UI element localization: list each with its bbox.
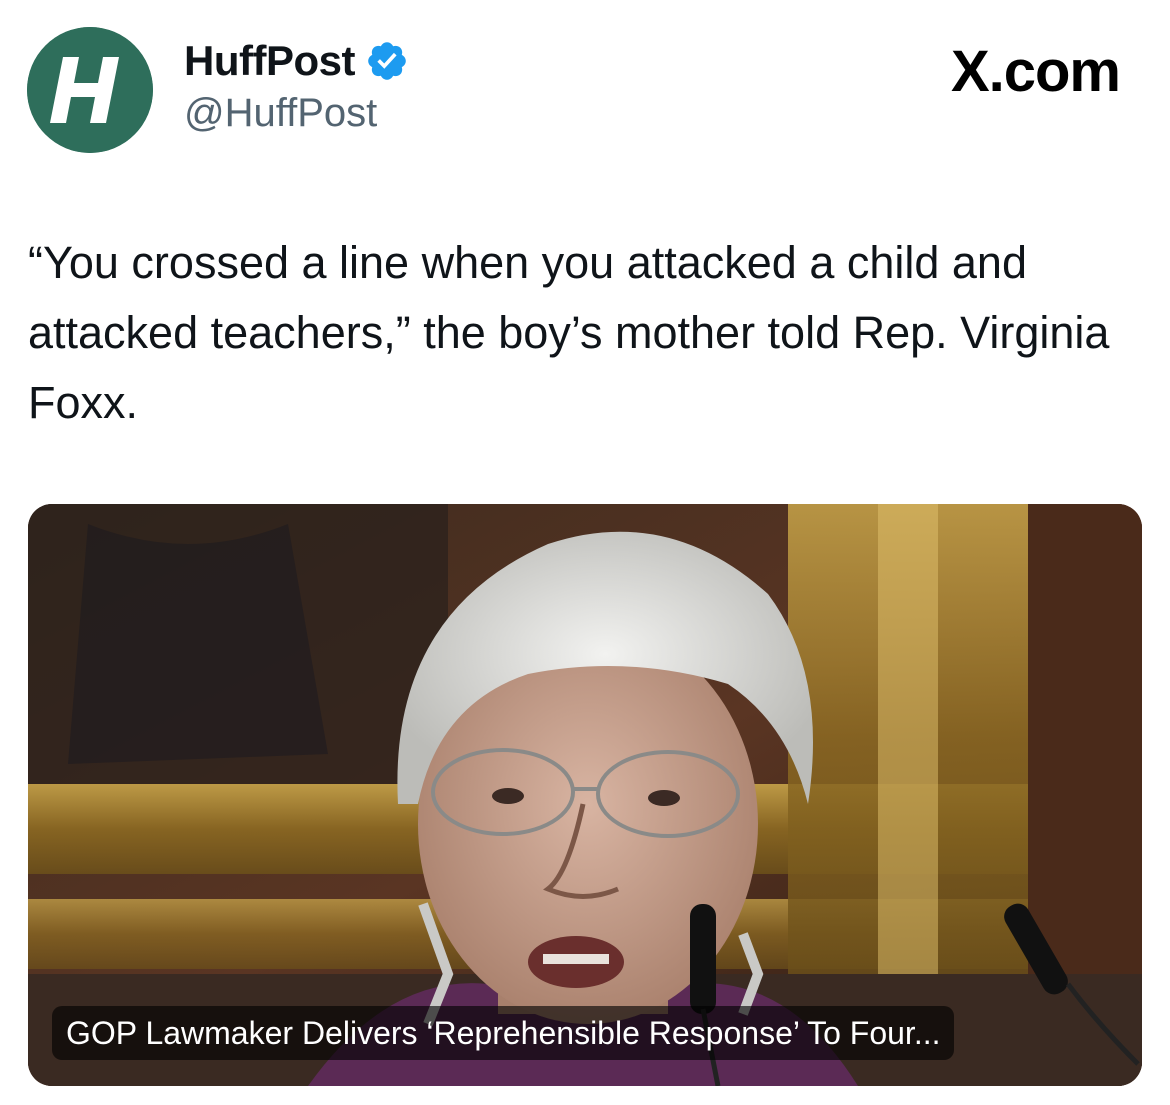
user-handle[interactable]: @HuffPost: [184, 88, 377, 138]
link-card[interactable]: GOP Lawmaker Delivers ‘Reprehensible Res…: [28, 504, 1142, 1086]
huffpost-logo-icon: [27, 27, 153, 153]
display-name[interactable]: HuffPost: [184, 36, 355, 86]
avatar[interactable]: [27, 27, 153, 153]
photo-of-speaker-at-microphones-icon: [28, 504, 1142, 1086]
link-card-title[interactable]: GOP Lawmaker Delivers ‘Reprehensible Res…: [52, 1006, 955, 1060]
tweet-text: “You crossed a line when you attacked a …: [28, 237, 1110, 428]
display-name-row[interactable]: HuffPost: [184, 36, 409, 86]
x-com-watermark: X.com: [950, 39, 1121, 104]
verified-badge-icon: [368, 42, 406, 80]
